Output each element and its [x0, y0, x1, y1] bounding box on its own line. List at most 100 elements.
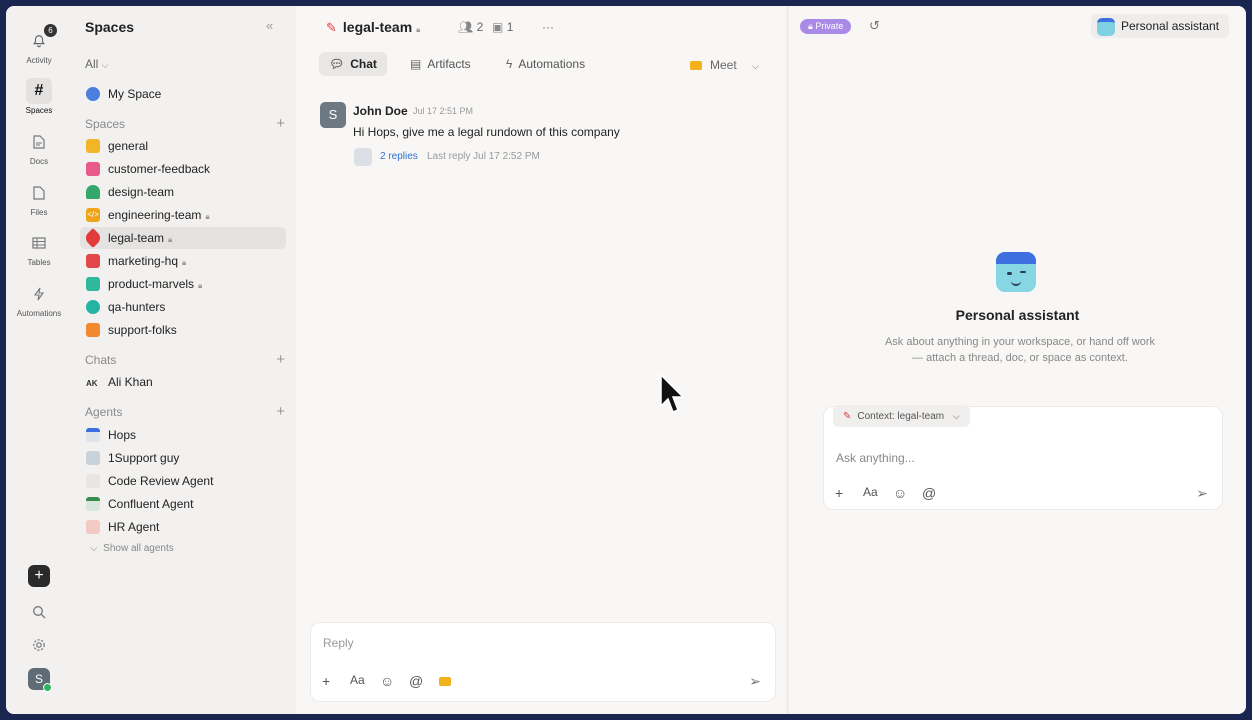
app-window: 6 Activity # Spaces Docs Files Tables Au…	[6, 6, 1246, 714]
sidebar-item-my-space[interactable]: My Space	[80, 83, 286, 105]
sidebar-item-label: support-folks	[108, 323, 177, 337]
planet-icon	[86, 86, 100, 101]
rail-label: Files	[30, 208, 48, 217]
message-author-avatar[interactable]: S	[320, 102, 346, 128]
thread-replies-link[interactable]: 2 replies	[380, 151, 418, 162]
lock-icon: 🔒︎	[205, 212, 210, 221]
sidebar-item-hr-agent[interactable]: HR Agent	[80, 516, 286, 538]
context-selector[interactable]: ✎ Context: legal-team ⌵	[833, 405, 970, 427]
tree-icon	[86, 184, 100, 199]
tab-label: Artifacts	[427, 57, 471, 71]
rail-label: Automations	[16, 309, 62, 318]
collapse-sidebar-icon[interactable]: «	[266, 18, 273, 33]
history-icon[interactable]: ↺	[869, 18, 880, 34]
video-camera-icon	[690, 61, 702, 70]
sidebar-item-confluent-agent[interactable]: Confluent Agent	[80, 493, 286, 515]
chats-section-header: Chats +	[85, 351, 285, 368]
send-icon[interactable]: ➢	[749, 673, 761, 690]
files-count[interactable]: ▣ 1	[492, 20, 513, 34]
spaces-sidebar: Spaces « All ⌵ My Space Spaces + general…	[72, 6, 296, 714]
sidebar-item-legal-team[interactable]: legal-team 🔒︎	[80, 227, 286, 249]
meet-button[interactable]: Meet ⌵	[690, 58, 759, 72]
last-reply-text: Last reply Jul 17 2:52 PM	[427, 151, 540, 162]
sidebar-item-qa-hunters[interactable]: qa-hunters	[80, 296, 286, 318]
settings-button[interactable]	[28, 634, 50, 656]
sidebar-item-support-folks[interactable]: support-folks	[80, 319, 286, 341]
message-author[interactable]: John Doe	[353, 104, 408, 118]
agent-avatar-icon	[86, 519, 100, 534]
personal-assistant-button[interactable]: Personal assistant	[1091, 14, 1230, 38]
mention-icon[interactable]: @	[922, 485, 936, 501]
sidebar-item-label: 1Support guy	[108, 451, 180, 465]
ask-input[interactable]: Ask anything...	[836, 451, 915, 465]
members-count-text: 2	[476, 20, 484, 34]
agent-avatar-icon	[86, 496, 100, 511]
sidebar-item-ali-khan[interactable]: AK Ali Khan	[80, 371, 286, 393]
add-chat-icon[interactable]: +	[276, 351, 285, 368]
sidebar-item-hops[interactable]: Hops	[80, 424, 286, 446]
rail-tables[interactable]: Tables	[6, 230, 72, 267]
search-icon	[33, 606, 46, 619]
chat-panel: ✎ legal-team 🔒︎ 👥︎ 2 ▣ 1 ··· 💬︎ Chat ▤ Artif…	[296, 6, 786, 714]
sidebar-item-label: product-marvels	[108, 277, 195, 291]
folder-icon: ▣	[492, 20, 504, 34]
file-icon	[26, 180, 52, 206]
sidebar-item-engineering-team[interactable]: </> engineering-team 🔒︎	[80, 204, 286, 226]
sidebar-item-label: qa-hunters	[108, 300, 166, 314]
more-options-button[interactable]: ···	[542, 20, 554, 34]
members-count[interactable]: 👥︎ 2	[458, 20, 483, 34]
emoji-icon[interactable]: ☺	[893, 485, 907, 501]
video-camera-icon[interactable]	[439, 677, 451, 686]
sidebar-item-label: design-team	[108, 185, 175, 199]
tab-chat[interactable]: 💬︎ Chat	[319, 52, 387, 76]
reply-input[interactable]: Reply	[323, 636, 354, 650]
bolt-icon: ϟ	[506, 57, 513, 71]
add-space-icon[interactable]: +	[276, 115, 285, 132]
rail-spaces[interactable]: # Spaces	[6, 78, 72, 115]
rail-docs[interactable]: Docs	[6, 129, 72, 166]
sidebar-item-product-marvels[interactable]: product-marvels 🔒︎	[80, 273, 286, 295]
doc-icon: ▤	[410, 57, 422, 71]
space-title[interactable]: ✎ legal-team 🔒︎	[326, 19, 420, 36]
attach-plus-icon[interactable]: +	[322, 673, 330, 689]
chat-initials: AK	[86, 379, 98, 388]
table-icon	[26, 230, 52, 256]
format-text-icon[interactable]: Aa	[863, 485, 878, 499]
people-icon: 👥︎	[458, 20, 474, 34]
attach-plus-icon[interactable]: +	[835, 485, 843, 501]
mention-icon[interactable]: @	[409, 673, 423, 689]
user-avatar[interactable]: S	[28, 668, 52, 692]
store-icon	[86, 253, 100, 268]
sidebar-item-general[interactable]: general	[80, 135, 286, 157]
new-button[interactable]: +	[28, 565, 50, 587]
sidebar-item-code-review-agent[interactable]: Code Review Agent	[80, 470, 286, 492]
sidebar-item-marketing-hq[interactable]: marketing-hq 🔒︎	[80, 250, 286, 272]
rail-label: Spaces	[25, 106, 53, 115]
assistant-button-label: Personal assistant	[1121, 19, 1220, 33]
sidebar-item-customer-feedback[interactable]: customer-feedback	[80, 158, 286, 180]
sidebar-item-label: Ali Khan	[108, 375, 153, 389]
reply-composer[interactable]: Reply + Aa ☺ @ ➢	[310, 622, 776, 702]
sidebar-item-label: Hops	[108, 428, 137, 442]
tab-artifacts[interactable]: ▤ Artifacts	[400, 52, 481, 76]
space-icon	[86, 161, 100, 176]
add-agent-icon[interactable]: +	[276, 403, 285, 420]
tab-label: Automations	[518, 57, 586, 71]
rail-files[interactable]: Files	[6, 180, 72, 217]
format-text-icon[interactable]: Aa	[350, 673, 365, 687]
filter-dropdown[interactable]: All ⌵	[85, 57, 109, 71]
send-icon[interactable]: ➢	[1196, 485, 1208, 502]
rail-activity[interactable]: 6 Activity	[6, 24, 72, 65]
search-button[interactable]	[28, 601, 50, 623]
sidebar-item-label: customer-feedback	[108, 162, 211, 176]
rail-automations[interactable]: Automations	[6, 281, 72, 318]
meet-label: Meet	[710, 58, 737, 72]
agent-avatar-icon	[354, 148, 372, 166]
chat-bubble-icon: 💬︎	[329, 57, 345, 71]
show-all-agents-link[interactable]: ⌵ Show all agents	[90, 543, 174, 554]
tab-automations[interactable]: ϟ Automations	[496, 52, 595, 76]
sidebar-item-design-team[interactable]: design-team	[80, 181, 286, 203]
hash-icon: #	[26, 78, 52, 104]
sidebar-item-1support-guy[interactable]: 1Support guy	[80, 447, 286, 469]
emoji-icon[interactable]: ☺	[380, 673, 394, 689]
